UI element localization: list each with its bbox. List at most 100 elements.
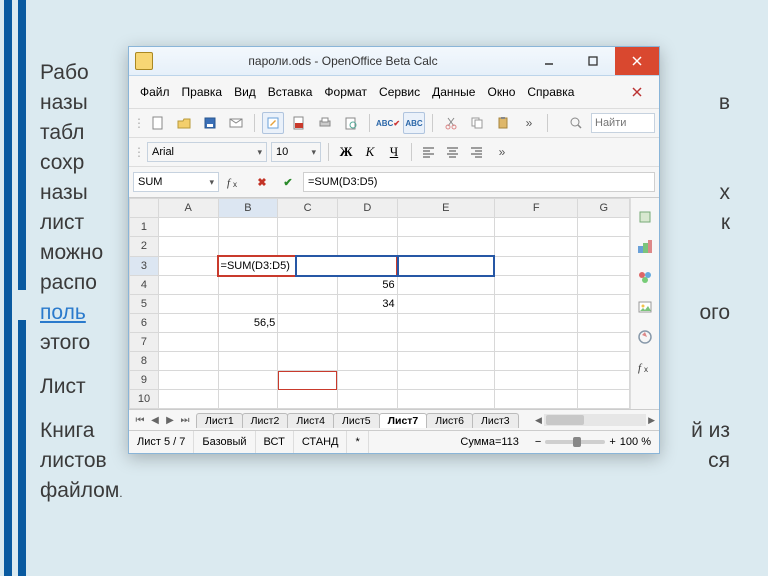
functions-icon[interactable]: fx xyxy=(634,356,656,378)
print-icon[interactable] xyxy=(314,112,336,134)
hscroll-left-icon[interactable]: ◀ xyxy=(535,415,542,426)
align-left-button[interactable] xyxy=(419,143,439,161)
svg-text:f: f xyxy=(638,362,643,374)
sidebar-toggle-icon[interactable] xyxy=(634,206,656,228)
cell-d4[interactable]: 56 xyxy=(337,276,397,295)
titlebar[interactable]: пароли.ods - OpenOffice Beta Calc xyxy=(129,47,659,76)
menu-file[interactable]: Файл xyxy=(135,83,175,101)
font-name-select[interactable]: Arial▾ xyxy=(147,142,267,162)
pdf-export-icon[interactable] xyxy=(288,112,310,134)
corner-cell[interactable] xyxy=(130,199,159,218)
tab-first-icon[interactable]: ⏮ xyxy=(133,415,147,426)
sheet-tab[interactable]: Лист5 xyxy=(333,413,380,428)
preview-icon[interactable] xyxy=(340,112,362,134)
sheet-tab[interactable]: Лист6 xyxy=(426,413,473,428)
tab-prev-icon[interactable]: ◀ xyxy=(148,415,162,426)
more-icon[interactable]: » xyxy=(491,141,513,163)
zoom-slider[interactable] xyxy=(545,440,605,444)
chevron-down-icon: ▾ xyxy=(311,147,316,158)
col-header-d[interactable]: D xyxy=(337,199,397,218)
spellcheck-icon[interactable]: ABC✔ xyxy=(377,112,399,134)
minimize-button[interactable] xyxy=(527,47,571,75)
cell-d5[interactable]: 34 xyxy=(337,295,397,314)
svg-text:x: x xyxy=(233,180,237,189)
find-icon[interactable] xyxy=(565,112,587,134)
col-header-e[interactable]: E xyxy=(397,199,494,218)
cut-icon[interactable] xyxy=(440,112,462,134)
zoom-out-icon[interactable]: − xyxy=(535,436,541,448)
font-size-select[interactable]: 10▾ xyxy=(271,142,321,162)
close-button[interactable] xyxy=(615,47,659,75)
chevron-down-icon: ▾ xyxy=(257,147,262,158)
align-center-button[interactable] xyxy=(443,143,463,161)
col-header-g[interactable]: G xyxy=(578,199,630,218)
more-icon[interactable]: » xyxy=(518,112,540,134)
toolbar-grip[interactable]: ⋮ xyxy=(133,116,143,130)
menu-data[interactable]: Данные xyxy=(427,83,480,101)
bold-button[interactable]: Ж xyxy=(336,143,356,161)
maximize-button[interactable] xyxy=(571,47,615,75)
edit-mode-icon[interactable] xyxy=(262,112,284,134)
properties-icon[interactable] xyxy=(634,236,656,258)
menu-view[interactable]: Вид xyxy=(229,83,261,101)
zoom-in-icon[interactable]: + xyxy=(609,436,615,448)
cell-b6[interactable]: 56,5 xyxy=(218,314,278,333)
menu-format[interactable]: Формат xyxy=(319,83,372,101)
col-header-f[interactable]: F xyxy=(494,199,577,218)
sheet-tab[interactable]: Лист3 xyxy=(472,413,519,428)
align-right-button[interactable] xyxy=(467,143,487,161)
menu-tools[interactable]: Сервис xyxy=(374,83,425,101)
sheet-tab[interactable]: Лист4 xyxy=(287,413,334,428)
name-box[interactable]: SUM▾ xyxy=(133,172,219,192)
status-insert-mode[interactable]: ВСТ xyxy=(256,431,294,453)
range-outline-e2e3 xyxy=(295,255,399,278)
menu-edit[interactable]: Правка xyxy=(177,83,228,101)
spreadsheet-grid[interactable]: A B C D E F G 1 2 3 =SUM(D3:D5) 456 xyxy=(129,198,630,409)
auto-spellcheck-icon[interactable]: ABC xyxy=(403,112,425,134)
italic-button[interactable]: К xyxy=(360,143,380,161)
find-input[interactable] xyxy=(591,113,655,133)
cancel-icon[interactable]: ✖ xyxy=(251,171,273,193)
formula-input[interactable] xyxy=(303,172,655,192)
toolbar-grip[interactable]: ⋮ xyxy=(133,145,143,159)
col-header-c[interactable]: C xyxy=(278,199,338,218)
col-header-b[interactable]: B xyxy=(218,199,278,218)
paste-icon[interactable] xyxy=(492,112,514,134)
chevron-down-icon: ▾ xyxy=(209,177,214,188)
underline-button[interactable]: Ч xyxy=(384,143,404,161)
hscroll-right-icon[interactable]: ▶ xyxy=(648,415,655,426)
navigator-icon[interactable] xyxy=(634,326,656,348)
window-title: пароли.ods - OpenOffice Beta Calc xyxy=(159,54,527,68)
status-sum[interactable]: Сумма=113 xyxy=(452,431,527,453)
accept-icon[interactable]: ✔ xyxy=(277,171,299,193)
svg-text:f: f xyxy=(227,177,232,189)
save-icon[interactable] xyxy=(199,112,221,134)
styles-icon[interactable] xyxy=(634,266,656,288)
side-panel: fx xyxy=(630,198,659,409)
hscrollbar[interactable] xyxy=(544,414,646,426)
status-selection-mode[interactable]: СТАНД xyxy=(294,431,348,453)
sheet-tab-active[interactable]: Лист7 xyxy=(379,413,428,428)
zoom-level[interactable]: 100 % xyxy=(620,436,651,448)
tab-last-icon[interactable]: ⏭ xyxy=(178,415,192,426)
menu-insert[interactable]: Вставка xyxy=(263,83,318,101)
menu-window[interactable]: Окно xyxy=(482,83,520,101)
col-header-a[interactable]: A xyxy=(158,199,218,218)
close-doc-icon[interactable] xyxy=(621,79,653,105)
sheet-tab[interactable]: Лист2 xyxy=(242,413,289,428)
status-page-style[interactable]: Базовый xyxy=(194,431,255,453)
formatting-toolbar: ⋮ Arial▾ 10▾ Ж К Ч » xyxy=(129,138,659,167)
sheet-tab[interactable]: Лист1 xyxy=(196,413,243,428)
new-doc-icon[interactable] xyxy=(147,112,169,134)
status-modified: * xyxy=(347,431,368,453)
svg-text:x: x xyxy=(644,365,648,374)
gallery-icon[interactable] xyxy=(634,296,656,318)
menu-help[interactable]: Справка xyxy=(522,83,579,101)
tab-next-icon[interactable]: ▶ xyxy=(163,415,177,426)
email-icon[interactable] xyxy=(225,112,247,134)
copy-icon[interactable] xyxy=(466,112,488,134)
function-wizard-icon[interactable]: fx xyxy=(223,171,247,193)
formula-bar: SUM▾ fx ✖ ✔ xyxy=(129,167,659,198)
menubar: Файл Правка Вид Вставка Формат Сервис Да… xyxy=(129,76,659,109)
open-icon[interactable] xyxy=(173,112,195,134)
